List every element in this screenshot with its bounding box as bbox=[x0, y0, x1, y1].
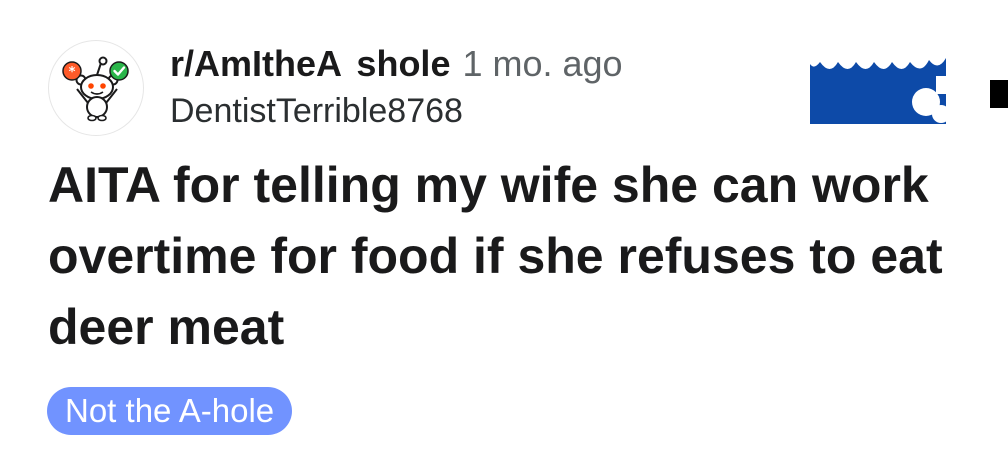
post-card[interactable]: * r/AmItheA shole 1 mo. ago DentistTerrib… bbox=[0, 0, 1008, 457]
subreddit-avatar[interactable]: * bbox=[48, 40, 144, 136]
more-options-edge[interactable] bbox=[990, 80, 1008, 108]
post-title[interactable]: AITA for telling my wife she can work ov… bbox=[48, 150, 978, 363]
snoo-mascot-icon: * bbox=[62, 56, 129, 122]
subreddit-name[interactable]: r/AmItheA shole bbox=[170, 43, 450, 84]
meta-line: r/AmItheA shole 1 mo. ago bbox=[170, 42, 623, 86]
asterisk-badge-icon: * bbox=[62, 61, 82, 81]
checkmark-badge-icon bbox=[109, 61, 129, 81]
post-thumbnail[interactable] bbox=[810, 50, 950, 124]
thumbnail-image bbox=[810, 50, 950, 124]
post-timestamp: 1 mo. ago bbox=[462, 43, 623, 84]
svg-text:*: * bbox=[69, 65, 76, 80]
post-flair-badge[interactable]: Not the A-hole bbox=[47, 387, 293, 435]
author-username[interactable]: DentistTerrible8768 bbox=[170, 90, 463, 132]
